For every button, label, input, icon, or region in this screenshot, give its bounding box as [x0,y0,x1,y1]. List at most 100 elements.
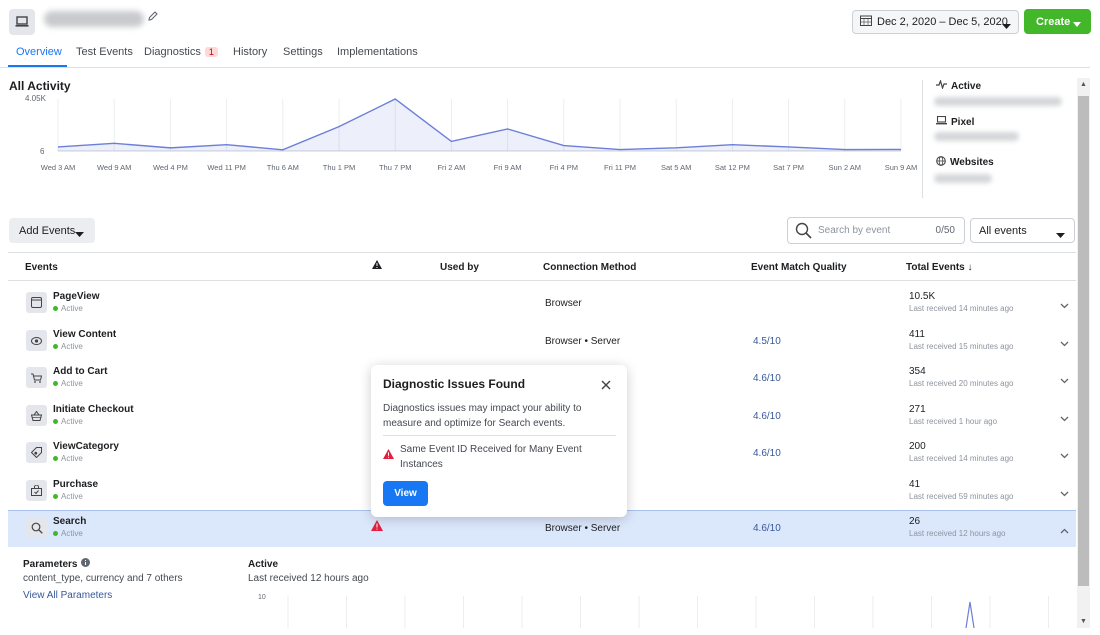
total-events: 10.5K [909,291,936,302]
event-name[interactable]: Initiate Checkout [53,404,134,415]
active-last-received: Last received 12 hours ago [248,573,369,584]
search-mini-chart [287,596,1049,628]
status-dot [53,456,58,461]
chevron-down-icon[interactable] [1060,448,1069,462]
table-row[interactable]: PageView Active Browser 10.5K Last received … [8,286,1076,324]
search-placeholder: Search by event [818,225,891,236]
popup-title: Diagnostic Issues Found [383,377,526,391]
event-status-label: Active [61,417,83,426]
event-name[interactable]: Search [53,516,86,527]
col-events[interactable]: Events [25,262,58,273]
event-status: Active [53,492,83,501]
col-total-events[interactable]: Total Events ↓ [906,262,973,273]
side-item-active: Active [936,79,981,92]
tab-diagnostics[interactable]: Diagnostics 1 [144,46,218,58]
x-tick-label: Sun 2 AM [829,163,862,172]
event-match-quality-link[interactable]: 4.6/10 [753,523,781,534]
last-received: Last received 14 minutes ago [909,304,1014,313]
tab-settings[interactable]: Settings [283,46,323,58]
x-tick-label: Fri 2 AM [437,163,465,172]
last-received: Last received 14 minutes ago [909,454,1014,463]
event-match-quality-link[interactable]: 4.5/10 [753,336,781,347]
event-search-input[interactable]: Search by event 0/50 [787,217,965,244]
event-name[interactable]: View Content [53,329,116,340]
popup-issue-text: Same Event ID Received for Many Event In… [400,444,582,470]
x-tick-label: Wed 11 PM [207,163,246,172]
info-icon[interactable] [81,558,91,570]
active-tab-indicator [8,65,67,67]
chevron-down-icon[interactable] [1060,336,1069,350]
tab-implementations[interactable]: Implementations [337,46,418,58]
event-match-quality-link[interactable]: 4.6/10 [753,448,781,459]
status-dot [53,344,58,349]
view-button[interactable]: View [383,481,428,506]
total-events: 354 [909,366,926,377]
total-events: 41 [909,479,921,490]
chevron-down-icon[interactable] [1060,298,1069,312]
event-name[interactable]: ViewCategory [53,441,119,452]
side-item-pixel: Pixel [936,115,974,128]
event-status: Active [53,379,83,388]
event-status-label: Active [61,492,83,501]
activity-title: All Activity [9,79,71,93]
status-dot [53,381,58,386]
status-dot [53,419,58,424]
chevron-up-icon[interactable] [1060,523,1069,537]
x-tick-label: Fri 4 PM [550,163,578,172]
event-match-quality-link[interactable]: 4.6/10 [753,373,781,384]
create-label: Create [1036,15,1071,28]
chevron-down-icon [1073,18,1081,30]
search-icon [26,517,47,538]
status-dot [53,531,58,536]
event-name[interactable]: Add to Cart [53,366,107,377]
event-status-label: Active [61,529,83,538]
filter-value: All events [979,224,1027,237]
event-filter-select[interactable]: All events [970,218,1075,243]
event-name[interactable]: Purchase [53,479,98,490]
chevron-down-icon[interactable] [1060,373,1069,387]
diagnostics-count-badge: 1 [204,47,218,57]
mini-chart-ytick: 10 [258,594,266,601]
col-event-match-quality[interactable]: Event Match Quality [751,262,847,273]
divider [922,80,923,198]
top-bar: Dec 2, 2020 – Dec 5, 2020 Create [0,0,1100,42]
basket-icon [26,405,47,426]
event-status-label: Active [61,304,83,313]
laptop-icon [936,115,947,128]
total-events: 271 [909,404,926,415]
table-row[interactable]: View Content Active Browser • Server 4.5/10… [8,324,1076,362]
view-all-parameters-link[interactable]: View All Parameters [23,590,112,601]
tab-test-events[interactable]: Test Events [76,46,133,58]
tab-diagnostics-label: Diagnostics [144,46,201,58]
x-tick-label: Fri 11 PM [604,163,636,172]
y-tick-label: 6 [40,147,45,156]
event-name[interactable]: PageView [53,291,100,302]
search-event-details: Parameters content_type, currency and 7 … [8,548,1076,628]
col-used-by[interactable]: Used by [440,262,479,273]
create-button[interactable]: Create [1024,9,1091,34]
divider [383,435,616,436]
activity-chart: 4.05K 6 Wed 3 AM Wed 9 AM Wed 4 PM Wed 11 PM T… [25,94,917,172]
date-range-label: Dec 2, 2020 – Dec 5, 2020 [877,16,1008,28]
tab-bar: Overview Test Events Diagnostics 1 Histor… [0,42,1090,68]
scroll-up-icon[interactable]: ▲ [1080,81,1087,88]
page-scrollbar[interactable]: ▲ ▼ [1077,78,1090,628]
close-icon[interactable] [601,378,611,393]
event-match-quality-link[interactable]: 4.6/10 [753,411,781,422]
add-events-button[interactable]: Add Events [9,218,95,243]
warning-icon[interactable] [371,520,383,534]
scrollbar-thumb[interactable] [1078,96,1089,586]
status-dot [53,494,58,499]
date-range-picker[interactable]: Dec 2, 2020 – Dec 5, 2020 [852,10,1019,34]
page-icon [26,292,47,313]
edit-pencil-icon[interactable] [147,10,159,25]
connection-method: Browser [545,298,582,309]
scroll-down-icon[interactable]: ▼ [1080,618,1087,625]
col-connection-method[interactable]: Connection Method [543,262,636,273]
pixel-name-redacted [44,11,144,27]
chevron-down-icon[interactable] [1060,411,1069,425]
tab-history[interactable]: History [233,46,267,58]
search-count: 0/50 [935,225,955,236]
chevron-down-icon[interactable] [1060,486,1069,500]
tab-overview[interactable]: Overview [16,46,62,58]
